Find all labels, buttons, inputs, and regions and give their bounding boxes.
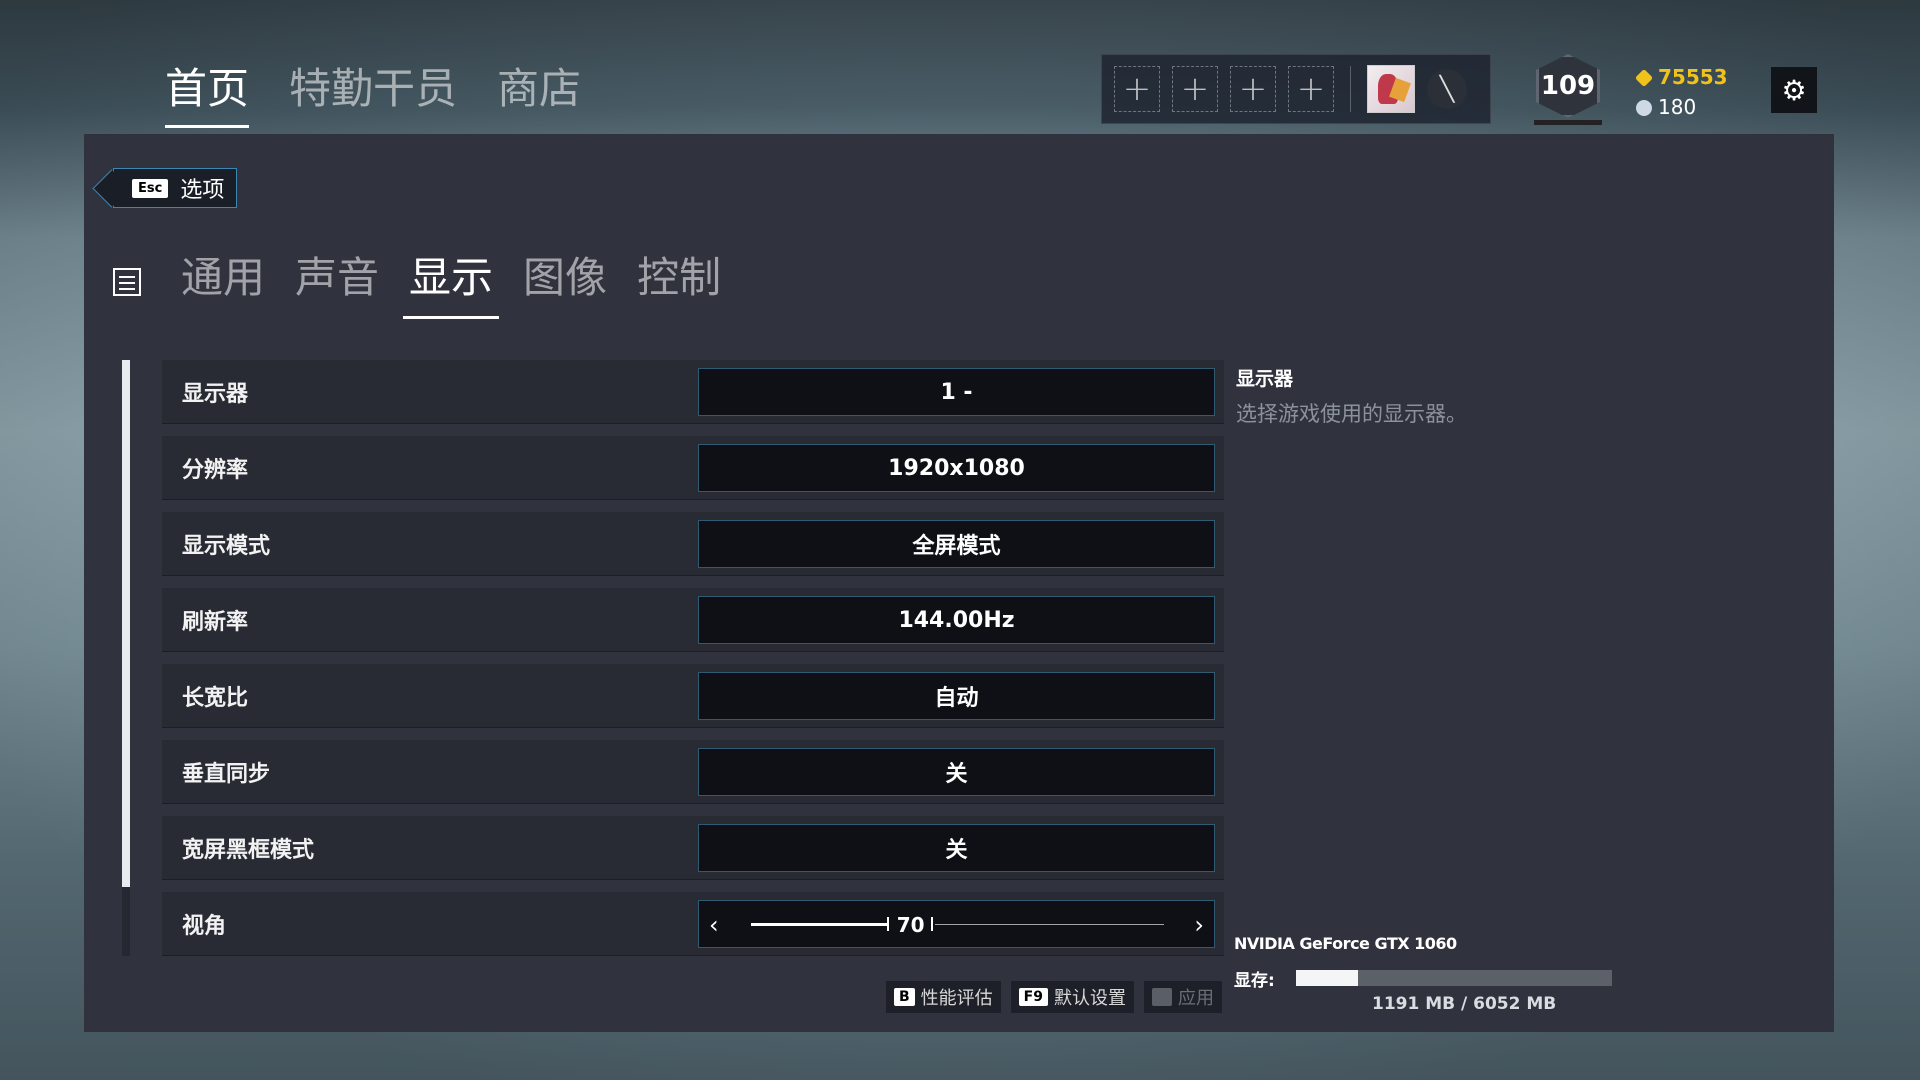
setting-row-aspect-ratio[interactable]: 长宽比 自动 (162, 664, 1224, 728)
renown-value: 75553 (1658, 65, 1728, 89)
credits-row: 180 (1636, 92, 1728, 122)
back-button[interactable]: Esc 选项 (113, 168, 238, 208)
footer-actions: B 性能评估 F9 默认设置 ␣ 应用 (886, 981, 1223, 1013)
renown-icon (1634, 68, 1654, 88)
credits-value: 180 (1658, 95, 1697, 119)
vram-usage-bar (1296, 970, 1612, 986)
description-text: 选择游戏使用的显示器。 (1236, 402, 1467, 426)
clan-emblem-icon: ╲ (1427, 69, 1467, 109)
setting-label: 显示器 (182, 381, 249, 407)
invite-slot-2[interactable]: + (1172, 66, 1218, 112)
benchmark-button[interactable]: B 性能评估 (886, 981, 1001, 1013)
setting-value-selector[interactable]: 1920x1080 (698, 444, 1215, 492)
main-nav: 首页 特勤干员 商店 (165, 55, 581, 128)
slider-marker (930, 917, 933, 931)
slider-fill (751, 923, 887, 926)
tab-store[interactable]: 商店 (497, 55, 581, 128)
setting-row-refresh-rate[interactable]: 刷新率 144.00Hz (162, 588, 1224, 652)
gpu-name: NVIDIA GeForce GTX 1060 (1234, 934, 1457, 953)
options-tabs: 通用 声音 显示 图像 控制 (113, 244, 725, 319)
currency-display: 75553 180 (1634, 62, 1728, 122)
invite-slot-1[interactable]: + (1114, 66, 1160, 112)
button-label: 默认设置 (1053, 988, 1126, 1009)
key-hint: F9 (1018, 988, 1048, 1006)
setting-value-selector[interactable]: 关 (698, 824, 1215, 872)
setting-row-fov[interactable]: 视角 ‹ 70 › (162, 892, 1224, 956)
setting-value-selector[interactable]: 关 (698, 748, 1215, 796)
apply-button[interactable]: ␣ 应用 (1143, 981, 1223, 1013)
settings-list: 显示器 1 - 分辨率 1920x1080 显示模式 全屏模式 刷新率 144.… (162, 360, 1224, 968)
settings-gear-icon[interactable]: ⚙ (1771, 67, 1817, 113)
level-badge: 109 (1536, 54, 1600, 118)
tab-audio[interactable]: 声音 (291, 244, 383, 319)
esc-key-icon: Esc (132, 178, 169, 198)
level-progress-bar (1534, 120, 1602, 125)
tab-controls[interactable]: 控制 (633, 244, 725, 319)
setting-value-selector[interactable]: 全屏模式 (698, 520, 1215, 568)
chevron-right-icon[interactable]: › (1194, 911, 1204, 939)
vram-label: 显存: (1234, 971, 1275, 991)
setting-label: 垂直同步 (182, 761, 271, 787)
vram-usage-fill (1296, 970, 1359, 986)
tab-home[interactable]: 首页 (165, 55, 250, 128)
player-avatar[interactable] (1367, 65, 1415, 113)
vram-usage-text: 1191 MB / 6052 MB (1372, 994, 1557, 1014)
button-label: 应用 (1178, 988, 1215, 1009)
setting-label: 长宽比 (182, 685, 249, 711)
squad-divider (1350, 66, 1351, 112)
tab-operators[interactable]: 特勤干员 (289, 55, 457, 128)
setting-row-resolution[interactable]: 分辨率 1920x1080 (162, 436, 1224, 500)
description-title: 显示器 (1236, 368, 1294, 390)
options-title: 选项 (180, 178, 225, 203)
setting-value-selector[interactable]: 1 - (698, 368, 1215, 416)
button-label: 性能评估 (920, 988, 993, 1009)
setting-value-selector[interactable]: 自动 (698, 672, 1215, 720)
key-hint: B (894, 988, 915, 1006)
setting-label: 显示模式 (182, 533, 271, 559)
setting-label: 宽屏黑框模式 (182, 837, 315, 863)
squad-panel: + + + + ╲ (1101, 54, 1491, 124)
setting-label: 刷新率 (182, 609, 249, 635)
setting-label: 视角 (182, 913, 227, 939)
setting-label: 分辨率 (182, 457, 249, 483)
tab-display[interactable]: 显示 (403, 244, 500, 319)
slider-track-right (934, 924, 1164, 925)
setting-value-selector[interactable]: 144.00Hz (698, 596, 1215, 644)
tab-general[interactable]: 通用 (177, 244, 269, 319)
fov-slider[interactable]: ‹ 70 › (698, 900, 1215, 948)
tab-graphics[interactable]: 图像 (519, 244, 611, 319)
setting-row-monitor[interactable]: 显示器 1 - (162, 360, 1224, 424)
fov-value: 70 (896, 913, 925, 937)
options-list-icon (113, 267, 141, 296)
r6-credits-icon (1636, 100, 1652, 116)
invite-slot-4[interactable]: + (1288, 66, 1334, 112)
setting-row-display-mode[interactable]: 显示模式 全屏模式 (162, 512, 1224, 576)
slider-handle[interactable] (886, 917, 889, 931)
setting-row-letterbox[interactable]: 宽屏黑框模式 关 (162, 816, 1224, 880)
invite-slot-3[interactable]: + (1230, 66, 1276, 112)
player-level[interactable]: 109 (1534, 54, 1602, 126)
renown-row: 75553 (1634, 62, 1728, 92)
settings-scrollbar-thumb[interactable] (122, 360, 130, 887)
reset-defaults-button[interactable]: F9 默认设置 (1010, 981, 1134, 1013)
chevron-left-icon[interactable]: ‹ (709, 911, 719, 939)
setting-row-vsync[interactable]: 垂直同步 关 (162, 740, 1224, 804)
key-hint: ␣ (1151, 988, 1173, 1006)
